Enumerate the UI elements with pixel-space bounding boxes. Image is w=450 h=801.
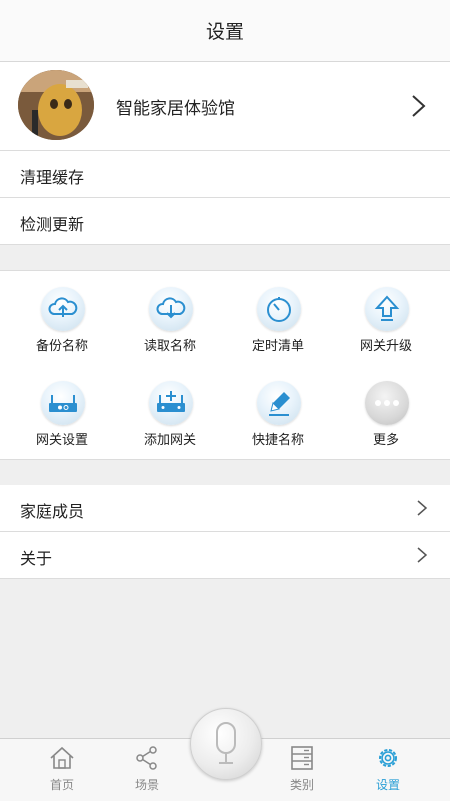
clear-cache-row[interactable]: 清理缓存 [0, 151, 450, 198]
profile-row[interactable]: 智能家居体验馆 [0, 62, 450, 151]
more-button[interactable]: 更多 [330, 367, 442, 448]
tab-settings[interactable]: 设置 [348, 739, 428, 801]
about-label: 关于 [20, 549, 53, 568]
grid-item-label: 添加网关 [143, 433, 196, 448]
backup-names-button[interactable]: 备份名称 [6, 273, 118, 354]
grid-item-label: 更多 [372, 433, 399, 448]
grid-item-label: 网关升级 [359, 339, 412, 354]
tab-label: 场景 [134, 778, 159, 792]
check-update-label: 检测更新 [20, 215, 85, 234]
pencil-icon [257, 381, 301, 425]
tab-label: 类别 [289, 778, 314, 792]
chevron-right-icon [412, 95, 426, 117]
read-names-button[interactable]: 读取名称 [114, 273, 226, 354]
grid-item-label: 备份名称 [35, 339, 88, 354]
tab-categories[interactable]: 类别 [262, 739, 342, 801]
timer-list-button[interactable]: 定时清单 [222, 273, 334, 354]
gateway-settings-button[interactable]: 网关设置 [6, 367, 118, 448]
grid-item-label: 网关设置 [35, 433, 88, 448]
cloud-upload-icon [41, 287, 85, 331]
tab-scenes[interactable]: 场景 [107, 739, 187, 801]
cloud-download-icon [149, 287, 193, 331]
avatar [18, 70, 94, 140]
list-icon [291, 746, 313, 770]
voice-button[interactable] [190, 708, 262, 780]
check-update-row[interactable]: 检测更新 [0, 198, 450, 245]
gear-icon [379, 749, 397, 767]
upgrade-arrow-icon [365, 287, 409, 331]
microphone-icon [216, 722, 236, 764]
share-icon [136, 746, 157, 770]
function-grid: 备份名称 读取名称 定时清单 网关升级 网关设置 添加网关 快捷名称 更多 [0, 270, 450, 460]
grid-item-label: 快捷名称 [251, 433, 304, 448]
chevron-right-icon [417, 547, 428, 563]
grid-item-label: 定时清单 [251, 339, 304, 354]
gateway-upgrade-button[interactable]: 网关升级 [330, 273, 442, 354]
gateway-settings-icon [41, 381, 85, 425]
family-members-row[interactable]: 家庭成员 [0, 485, 450, 532]
home-icon [50, 746, 74, 769]
page-header: 设置 [0, 0, 450, 62]
quick-names-button[interactable]: 快捷名称 [222, 367, 334, 448]
profile-name: 智能家居体验馆 [116, 99, 235, 119]
timer-icon [257, 287, 301, 331]
add-gateway-button[interactable]: 添加网关 [114, 367, 226, 448]
more-dots-icon [365, 381, 409, 425]
tab-label: 首页 [49, 778, 74, 792]
chevron-right-icon [417, 500, 428, 516]
page-title: 设置 [205, 21, 244, 43]
grid-item-label: 读取名称 [143, 339, 196, 354]
add-gateway-icon [149, 381, 193, 425]
clear-cache-label: 清理缓存 [20, 168, 85, 187]
about-row[interactable]: 关于 [0, 532, 450, 579]
tab-label: 设置 [375, 778, 400, 792]
tab-home[interactable]: 首页 [22, 739, 102, 801]
family-members-label: 家庭成员 [20, 502, 85, 521]
